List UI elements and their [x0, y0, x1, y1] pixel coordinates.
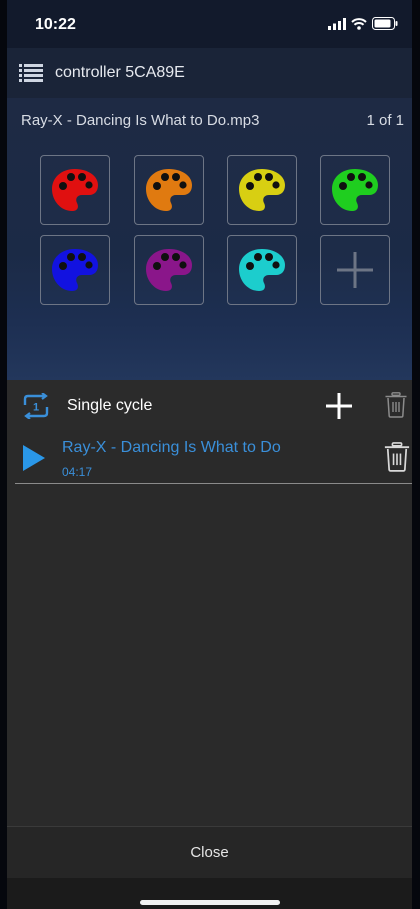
song-title: Ray-X - Dancing Is What to Do [62, 439, 281, 456]
palette-icon [239, 249, 285, 291]
track-name: Ray-X - Dancing Is What to Do.mp3 [21, 112, 260, 129]
palette-icon [239, 169, 285, 211]
add-scene-tile[interactable] [320, 235, 390, 305]
song-duration: 04:17 [62, 465, 93, 479]
palette-tile-4[interactable] [320, 155, 390, 225]
repeat-one-icon[interactable]: 1 [21, 393, 51, 419]
play-icon[interactable] [22, 445, 46, 471]
palette-tile-1[interactable] [40, 155, 110, 225]
palette-tile-3[interactable] [227, 155, 297, 225]
header-title: controller 5CA89E [55, 64, 185, 81]
cycle-mode-label: Single cycle [67, 397, 153, 414]
app-screen: 10:22 controller 5CA89E Ray-X - Dancing … [7, 0, 412, 909]
device-frame-left [0, 0, 7, 909]
plus-icon [337, 252, 373, 288]
trash-icon[interactable] [384, 442, 410, 472]
palette-tile-6[interactable] [134, 235, 204, 305]
home-indicator[interactable] [140, 900, 280, 905]
menu-list-icon[interactable] [19, 63, 43, 83]
palette-icon [52, 169, 98, 211]
palette-grid [40, 155, 392, 305]
palette-tile-7[interactable] [227, 235, 297, 305]
footer-bar: Close [7, 826, 412, 878]
status-icons [328, 17, 398, 30]
playlist-area: 1 Single cycle Ray-X - Dancing Is What t… [7, 380, 412, 826]
palette-icon [332, 169, 378, 211]
palette-icon [52, 249, 98, 291]
list-divider [15, 483, 412, 484]
close-button[interactable]: Close [190, 844, 228, 861]
scene-panel: Ray-X - Dancing Is What to Do.mp3 1 of 1 [7, 98, 412, 380]
signal-icon [328, 17, 346, 30]
repeat-badge: 1 [33, 402, 39, 414]
status-bar: 10:22 [7, 0, 412, 48]
track-count: 1 of 1 [366, 112, 404, 129]
add-song-button[interactable] [325, 392, 353, 420]
palette-tile-2[interactable] [134, 155, 204, 225]
status-time: 10:22 [35, 16, 76, 33]
list-item[interactable]: Ray-X - Dancing Is What to Do 04:17 [7, 432, 412, 484]
home-area [7, 878, 412, 909]
wifi-icon [351, 17, 367, 30]
palette-tile-5[interactable] [40, 235, 110, 305]
palette-icon [146, 169, 192, 211]
device-frame-right [412, 0, 420, 909]
app-header: controller 5CA89E [7, 48, 412, 98]
trash-icon[interactable] [385, 392, 407, 418]
battery-icon [372, 17, 398, 30]
cycle-mode-row: 1 Single cycle [7, 380, 412, 430]
palette-icon [146, 249, 192, 291]
